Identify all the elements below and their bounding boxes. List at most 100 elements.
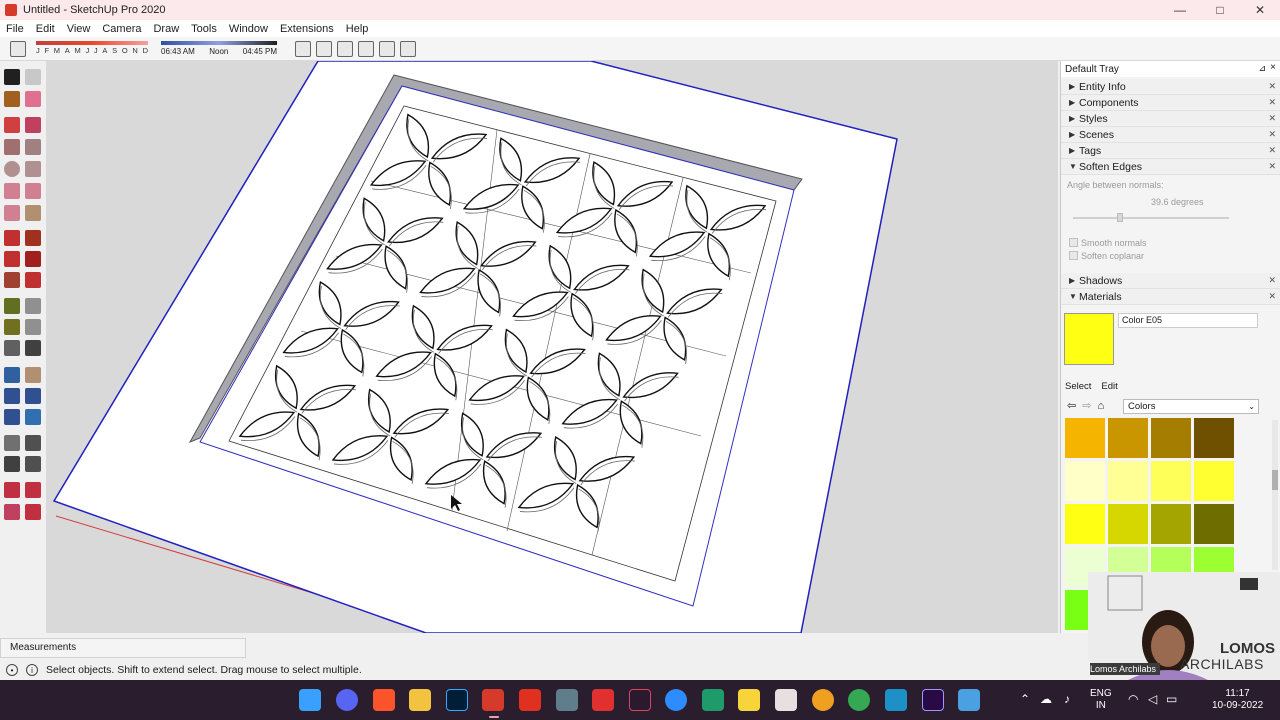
- rotated-rectangle-icon[interactable]: [25, 139, 41, 155]
- color-swatch[interactable]: [1151, 418, 1191, 458]
- panel-tags[interactable]: ▶ Tags ✕: [1061, 143, 1280, 159]
- geo-location-icon[interactable]: •: [6, 664, 18, 676]
- menu-tools[interactable]: Tools: [191, 23, 217, 35]
- menu-extensions[interactable]: Extensions: [280, 23, 334, 35]
- menu-draw[interactable]: Draw: [153, 23, 179, 35]
- back-view-icon[interactable]: [379, 41, 395, 57]
- zoom-app-icon[interactable]: [665, 689, 687, 711]
- app-3-icon[interactable]: [702, 689, 724, 711]
- app-circle-icon[interactable]: [812, 689, 834, 711]
- network-icon[interactable]: ☁: [1040, 692, 1052, 706]
- sketchup-taskbar-icon[interactable]: [482, 689, 504, 711]
- color-swatch[interactable]: [1194, 461, 1234, 501]
- brave-browser-icon[interactable]: [373, 689, 395, 711]
- color-swatch[interactable]: [1194, 504, 1234, 544]
- volume-icon[interactable]: ◁: [1148, 692, 1157, 706]
- panel-scenes[interactable]: ▶ Scenes ✕: [1061, 127, 1280, 143]
- chrome-icon[interactable]: [848, 689, 870, 711]
- smooth-normals-checkbox[interactable]: [1069, 238, 1078, 247]
- tray-close-button[interactable]: ×: [1270, 62, 1276, 73]
- current-material-swatch[interactable]: [1064, 313, 1114, 365]
- minimize-button[interactable]: —: [1160, 0, 1200, 20]
- battery-icon[interactable]: ▭: [1166, 692, 1177, 706]
- panel-close-icon[interactable]: ✕: [1268, 161, 1276, 172]
- panel-close-icon[interactable]: ✕: [1268, 291, 1276, 302]
- line-tool-icon[interactable]: [4, 117, 20, 133]
- recorder-icon[interactable]: [592, 689, 614, 711]
- photos-icon[interactable]: [958, 689, 980, 711]
- panel-materials[interactable]: ▼ Materials ✕: [1061, 289, 1280, 305]
- wifi-icon[interactable]: ◠: [1128, 692, 1138, 706]
- app-box-icon[interactable]: [885, 689, 907, 711]
- shadow-time-slider[interactable]: 06:43 AM Noon 04:45 PM: [161, 41, 277, 56]
- freehand-icon[interactable]: [25, 117, 41, 133]
- look-around-icon[interactable]: [25, 435, 41, 451]
- zoom-icon[interactable]: [4, 388, 20, 404]
- vectorworks-icon[interactable]: [629, 689, 651, 711]
- paint-bucket-icon[interactable]: [4, 91, 20, 107]
- circle-icon[interactable]: [4, 161, 20, 177]
- menu-camera[interactable]: Camera: [102, 23, 141, 35]
- arc-icon[interactable]: [4, 183, 20, 199]
- panel-soften-edges[interactable]: ▼ Soften Edges ✕: [1061, 159, 1280, 175]
- color-swatch[interactable]: [1108, 504, 1148, 544]
- follow-me-icon[interactable]: [25, 251, 41, 267]
- language-indicator[interactable]: ENG IN: [1090, 688, 1112, 712]
- measurements-box[interactable]: Measurements: [0, 638, 246, 658]
- photoshop-icon[interactable]: [446, 689, 468, 711]
- make-component-icon[interactable]: [25, 69, 41, 85]
- panel-entity-info[interactable]: ▶ Entity Info ✕: [1061, 79, 1280, 95]
- acrobat-icon[interactable]: [519, 689, 541, 711]
- share-model-icon[interactable]: [25, 482, 41, 498]
- select-tool-icon[interactable]: [4, 69, 20, 85]
- color-swatch[interactable]: [1065, 504, 1105, 544]
- menu-view[interactable]: View: [67, 23, 91, 35]
- rectangle-icon[interactable]: [4, 139, 20, 155]
- pan-icon[interactable]: [25, 367, 41, 383]
- warehouse-icon[interactable]: [4, 482, 20, 498]
- panel-close-icon[interactable]: ✕: [1268, 97, 1276, 108]
- axes-icon[interactable]: [4, 340, 20, 356]
- chevron-up-icon[interactable]: ⌃: [1020, 692, 1030, 706]
- extension-manager-icon[interactable]: [25, 504, 41, 520]
- color-swatch[interactable]: [1194, 418, 1234, 458]
- sticky-notes-icon[interactable]: [738, 689, 760, 711]
- offset-icon[interactable]: [25, 272, 41, 288]
- zoom-extents-icon[interactable]: [4, 409, 20, 425]
- section-plane-icon[interactable]: [25, 456, 41, 472]
- pin-icon[interactable]: ⊿: [1258, 63, 1266, 74]
- forward-arrow-icon[interactable]: ⇨: [1082, 399, 1091, 412]
- color-swatch[interactable]: [1151, 461, 1191, 501]
- tape-measure-icon[interactable]: [4, 298, 20, 314]
- panel-close-icon[interactable]: ✕: [1268, 275, 1276, 286]
- scroll-thumb[interactable]: [1272, 470, 1278, 490]
- tab-select[interactable]: Select: [1065, 381, 1091, 392]
- tab-edit[interactable]: Edit: [1101, 381, 1117, 392]
- back-arrow-icon[interactable]: ⇦: [1067, 399, 1076, 412]
- discord-icon[interactable]: [336, 689, 358, 711]
- collection-dropdown[interactable]: Colors ⌄: [1123, 399, 1259, 414]
- info-icon[interactable]: i: [26, 664, 38, 676]
- premiere-icon[interactable]: [922, 689, 944, 711]
- palette-scrollbar[interactable]: [1272, 420, 1278, 570]
- select-paint-icon[interactable]: [10, 41, 26, 57]
- color-swatch[interactable]: [1065, 461, 1105, 501]
- three-point-arc-icon[interactable]: [4, 205, 20, 221]
- shadow-month-slider[interactable]: J F M A M J J A S O N D: [36, 41, 148, 55]
- popcorn-icon[interactable]: [775, 689, 797, 711]
- color-swatch[interactable]: [1108, 418, 1148, 458]
- 3d-text-icon[interactable]: [25, 340, 41, 356]
- position-camera-icon[interactable]: [4, 435, 20, 451]
- color-swatch[interactable]: [1108, 461, 1148, 501]
- menu-file[interactable]: File: [6, 23, 24, 35]
- protractor-icon[interactable]: [4, 319, 20, 335]
- panel-styles[interactable]: ▶ Styles ✕: [1061, 111, 1280, 127]
- pie-icon[interactable]: [25, 205, 41, 221]
- model-viewport[interactable]: [46, 61, 1058, 633]
- panel-close-icon[interactable]: ✕: [1268, 145, 1276, 156]
- color-swatch[interactable]: [1151, 504, 1191, 544]
- material-name-field[interactable]: Color E05: [1118, 313, 1258, 328]
- zoom-window-icon[interactable]: [25, 388, 41, 404]
- scale-icon[interactable]: [4, 272, 20, 288]
- panel-shadows[interactable]: ▶ Shadows ✕: [1061, 273, 1280, 289]
